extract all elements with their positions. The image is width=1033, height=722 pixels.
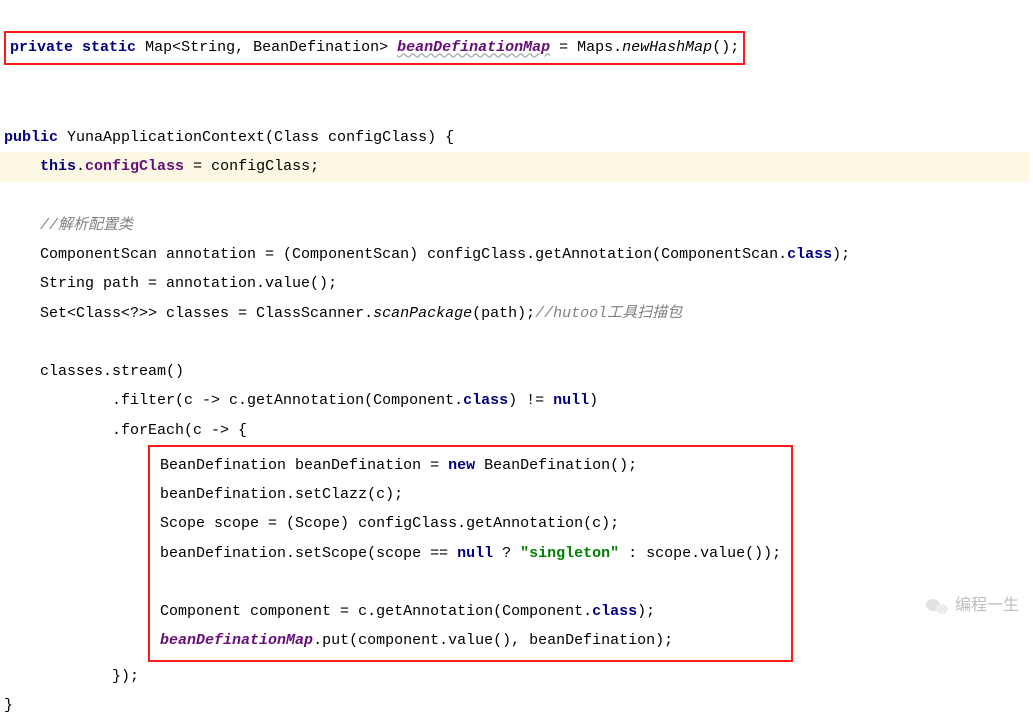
line-close-foreach: });	[112, 668, 139, 685]
line-scope: Scope scope = (Scope) configClass.getAnn…	[160, 515, 619, 532]
line-path: String path = annotation.value();	[40, 275, 337, 292]
field-beanDefinationMap: beanDefinationMap	[397, 39, 550, 56]
line-filter: .filter(c -> c.getAnnotation(Component.	[112, 392, 463, 409]
keyword-static: static	[82, 39, 136, 56]
constructor-signature: YunaApplicationContext(Class configClass…	[58, 129, 454, 146]
line-close-ctor: }	[4, 697, 13, 714]
comment-hutool: //hutool工具扫描包	[535, 305, 682, 322]
highlight-box-2: BeanDefination beanDefination = new Bean…	[148, 445, 793, 662]
field-beanDefinationMap-use: beanDefinationMap	[160, 632, 313, 649]
line-componentscan: ComponentScan annotation = (ComponentSca…	[40, 246, 787, 263]
type-map: Map<String, BeanDefination>	[145, 39, 388, 56]
string-singleton: "singleton"	[520, 545, 619, 562]
watermark: 编程一生	[925, 590, 1019, 621]
highlighted-line: this.configClass = configClass;	[0, 152, 1029, 181]
keyword-private: private	[10, 39, 73, 56]
keyword-public: public	[4, 129, 58, 146]
highlight-box-1: private static Map<String, BeanDefinatio…	[4, 31, 745, 64]
comment-parse-config: //解析配置类	[40, 217, 133, 234]
line-foreach: .forEach(c -> {	[112, 422, 247, 439]
line-stream: classes.stream()	[40, 363, 184, 380]
field-configClass: configClass	[85, 158, 184, 175]
keyword-this: this	[40, 158, 76, 175]
wechat-icon	[925, 596, 949, 616]
code-block: private static Map<String, BeanDefinatio…	[0, 0, 1033, 722]
watermark-text: 编程一生	[955, 590, 1019, 621]
call-newHashMap: newHashMap	[622, 39, 712, 56]
line-setclazz: beanDefination.setClazz(c);	[160, 486, 403, 503]
line-scan: Set<Class<?>> classes = ClassScanner.	[40, 305, 373, 322]
